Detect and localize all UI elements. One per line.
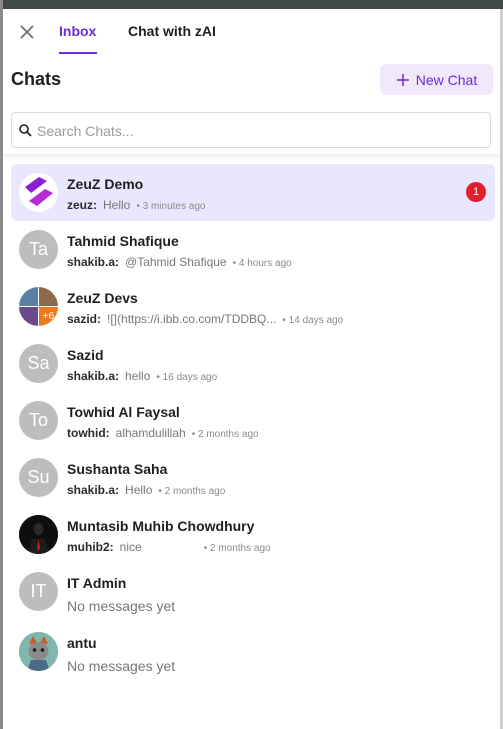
new-chat-button[interactable]: New Chat — [380, 64, 493, 95]
timestamp: • 2 months ago — [203, 543, 271, 554]
message-text: Hello — [125, 483, 153, 497]
chat-name: ZeuZ Demo — [67, 176, 144, 192]
close-icon — [20, 25, 34, 39]
chat-name: Tahmid Shafique — [67, 233, 179, 249]
chat-name: Towhid Al Faysal — [67, 404, 180, 420]
sender-name: shakib.a: — [67, 255, 120, 269]
search-input[interactable] — [35, 119, 469, 143]
chat-preview: sazid: ![](https://i.ibb.co.com/TDDBQ... •… — [67, 312, 343, 326]
sender-name: shakib.a: — [67, 369, 120, 383]
timestamp: • 4 hours ago — [232, 258, 292, 269]
group-avatar: +6 — [19, 287, 58, 326]
chat-item-zeuz-demo[interactable]: ZeuZ Demo zeuz: Hello • 3 minutes ago 1 — [11, 164, 495, 221]
message-text: Hello — [103, 198, 131, 212]
chat-list: ZeuZ Demo zeuz: Hello • 3 minutes ago 1 Ta… — [11, 164, 495, 683]
new-chat-label: New Chat — [415, 71, 478, 88]
chat-item-sushanta-saha[interactable]: Su Sushanta Saha shakib.a: Hello • 2 month… — [11, 449, 495, 506]
sender-name: shakib.a: — [67, 483, 120, 497]
timestamp: • 2 months ago — [191, 429, 259, 440]
avatar — [19, 173, 58, 212]
active-tab-indicator — [59, 52, 97, 54]
avatar: IT — [19, 572, 58, 611]
message-text: hello — [125, 369, 151, 383]
chat-panel: Inbox Chat with zAI Chats New Chat Searc… — [3, 9, 500, 729]
chat-item-towhid-al-faysal[interactable]: To Towhid Al Faysal towhid: alhamdulillah… — [11, 392, 495, 449]
member-avatar — [19, 307, 38, 326]
sender-name: muhib2: — [67, 540, 114, 554]
no-messages-text: No messages yet — [67, 658, 176, 674]
chat-name: Sushanta Saha — [67, 461, 168, 477]
chat-item-it-admin[interactable]: IT IT Admin No messages yet — [11, 563, 495, 623]
profile-photo-icon — [19, 515, 58, 554]
member-avatar — [39, 287, 58, 306]
avatar: To — [19, 401, 58, 440]
timestamp: • 16 days ago — [156, 372, 218, 383]
member-avatar — [19, 287, 38, 306]
no-messages-text: No messages yet — [67, 598, 176, 614]
chat-name: ZeuZ Devs — [67, 290, 138, 306]
chat-name: Muntasib Muhib Chowdhury — [67, 518, 255, 534]
tab-inbox[interactable]: Inbox — [59, 23, 96, 39]
timestamp: • 2 months ago — [158, 486, 226, 497]
chat-preview: zeuz: Hello • 3 minutes ago — [67, 198, 205, 212]
avatar — [19, 632, 58, 671]
search-box — [11, 112, 491, 148]
chat-preview: towhid: alhamdulillah • 2 months ago — [67, 426, 259, 440]
chat-item-antu[interactable]: antu No messages yet — [11, 623, 495, 683]
search-icon — [19, 124, 32, 137]
chat-name: Sazid — [67, 347, 104, 363]
zeuz-logo-icon — [19, 173, 58, 212]
avatar: Sa — [19, 344, 58, 383]
chat-item-zeuz-devs[interactable]: +6 ZeuZ Devs sazid: ![](https://i.ibb.co.… — [11, 278, 495, 335]
tab-chat-with-zai[interactable]: Chat with zAI — [128, 23, 216, 39]
chat-name: IT Admin — [67, 575, 127, 591]
message-text: ![](https://i.ibb.co.com/TDDBQ... — [107, 312, 277, 326]
chat-preview: shakib.a: Hello • 2 months ago — [67, 483, 225, 497]
chat-preview: shakib.a: @Tahmid Shafique • 4 hours ago — [67, 255, 292, 269]
timestamp: • 3 minutes ago — [136, 201, 206, 212]
header-divider — [3, 154, 500, 160]
close-button[interactable] — [17, 22, 37, 42]
sender-name: zeuz: — [67, 198, 97, 212]
chat-preview: muhib2: nice • 2 months ago — [67, 540, 271, 554]
sender-name: sazid: — [67, 312, 102, 326]
chat-name: antu — [67, 635, 97, 651]
more-members-count: +6 — [39, 307, 58, 326]
avatar: Ta — [19, 230, 58, 269]
timestamp: • 14 days ago — [282, 315, 344, 326]
unread-badge: 1 — [466, 182, 486, 202]
message-text: alhamdulillah — [115, 426, 186, 440]
tab-bar: Inbox Chat with zAI — [3, 9, 500, 55]
sender-name: towhid: — [67, 426, 110, 440]
chat-item-tahmid-shafique[interactable]: Ta Tahmid Shafique shakib.a: @Tahmid Shaf… — [11, 221, 495, 278]
message-text: @Tahmid Shafique — [125, 255, 227, 269]
page-title: Chats — [11, 69, 62, 89]
cat-photo-icon — [19, 632, 58, 671]
chat-item-muntasib-muhib-chowdhury[interactable]: Muntasib Muhib Chowdhury muhib2: nice • 2 … — [11, 506, 495, 563]
avatar: Su — [19, 458, 58, 497]
avatar — [19, 515, 58, 554]
message-text: nice — [119, 540, 142, 554]
plus-icon — [396, 73, 409, 86]
chat-item-sazid[interactable]: Sa Sazid shakib.a: hello • 16 days ago — [11, 335, 495, 392]
chat-preview: shakib.a: hello • 16 days ago — [67, 369, 217, 383]
